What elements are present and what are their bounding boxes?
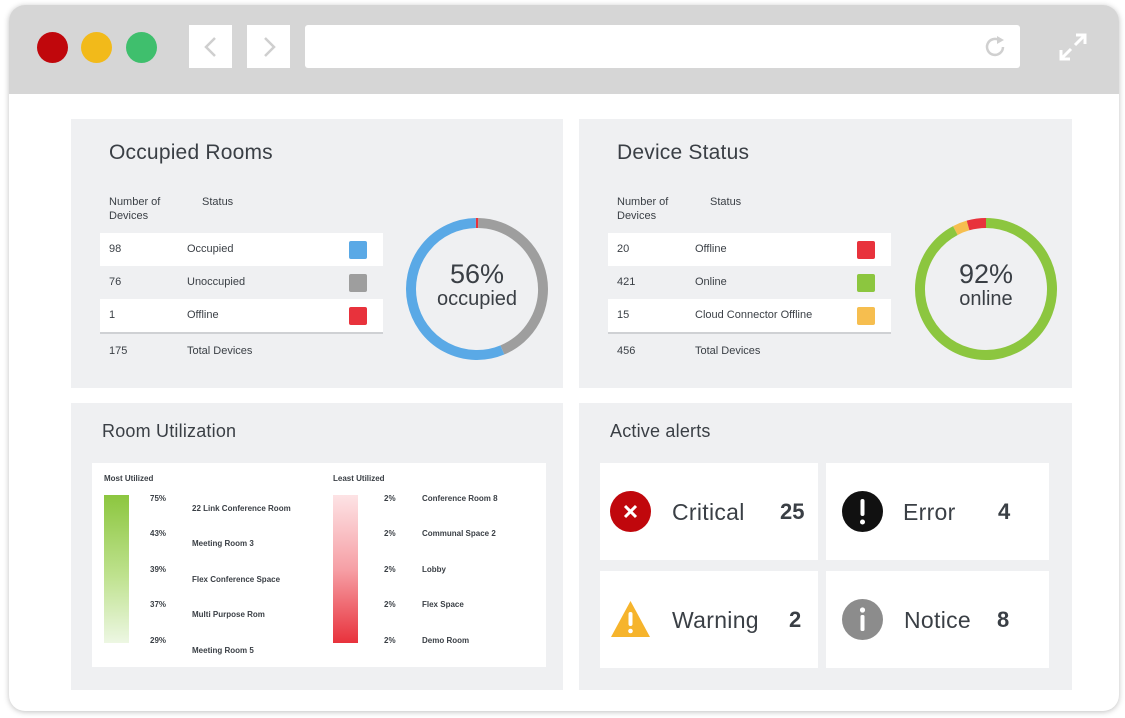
utilization-percent: 2%: [384, 636, 396, 645]
column-header-status: Status: [710, 196, 742, 208]
donut-percent: 92%: [958, 259, 1014, 289]
device-status-panel: Device Status Number of Devices Status 2…: [579, 119, 1072, 388]
donut-percent: 56%: [449, 259, 505, 289]
room-name: Lobby: [422, 565, 446, 574]
donut-caption: occupied: [436, 288, 518, 310]
forward-button[interactable]: [247, 25, 290, 68]
column-header-count: Number of Devices: [617, 196, 669, 222]
expand-icon[interactable]: [1057, 31, 1089, 63]
table-total-row: 175 Total Devices: [109, 345, 253, 357]
status-swatch: [857, 274, 875, 292]
chevron-left-icon: [203, 36, 216, 57]
least-utilized-gradient-bar: [333, 495, 358, 643]
room-name: 22 Link Conference Room: [192, 504, 291, 513]
info-circle-icon: [842, 599, 883, 640]
column-header-count: Number of Devices: [109, 196, 161, 222]
table-row: 76 Unoccupied: [100, 266, 383, 299]
room-name: Communal Space 2: [422, 529, 496, 538]
room-name: Demo Room: [422, 636, 470, 645]
utilization-percent: 43%: [150, 529, 167, 538]
address-bar[interactable]: [305, 25, 1020, 68]
x-circle-icon: [610, 491, 651, 532]
panel-title: Room Utilization: [102, 421, 237, 441]
utilization-card: Most Utilized Least Utilized 75% 43% 39%…: [92, 463, 546, 667]
alert-count: 2: [789, 607, 802, 632]
utilization-percent: 29%: [150, 636, 167, 645]
utilization-percent: 75%: [150, 494, 167, 503]
alert-label: Warning: [672, 607, 759, 633]
alert-label: Error: [903, 499, 956, 525]
close-window-button[interactable]: [37, 32, 68, 63]
alert-card-critical[interactable]: Critical 25: [600, 463, 818, 560]
table-divider: [608, 332, 891, 334]
alert-card-error[interactable]: Error 4: [826, 463, 1049, 560]
most-utilized-heading: Most Utilized: [104, 474, 154, 483]
utilization-percent: 2%: [384, 565, 396, 574]
exclamation-circle-icon: [842, 491, 883, 532]
room-name: Flex Space: [422, 600, 464, 609]
status-swatch: [349, 241, 367, 259]
panel-title: Device Status: [617, 141, 750, 164]
browser-window: Occupied Rooms Number of Devices Status …: [9, 5, 1119, 711]
table-divider: [100, 332, 383, 334]
zoom-window-button[interactable]: [126, 32, 157, 63]
browser-titlebar: [9, 5, 1119, 94]
device-donut-slice-offline: [966, 218, 987, 231]
table-row: 421 Online: [608, 266, 891, 299]
room-utilization-panel: Room Utilization Most Utilized Least Uti…: [71, 403, 563, 690]
donut-center-label: 92% online: [911, 260, 1061, 310]
utilization-percent: 2%: [384, 494, 396, 503]
table-row: 98 Occupied: [100, 233, 383, 266]
status-swatch: [857, 307, 875, 325]
room-name: Meeting Room 3: [192, 539, 254, 548]
table-total-row: 456 Total Devices: [617, 345, 761, 357]
room-name: Multi Purpose Rom: [192, 610, 265, 619]
least-utilized-heading: Least Utilized: [333, 474, 385, 483]
status-swatch: [349, 307, 367, 325]
most-utilized-gradient-bar: [104, 495, 129, 643]
chevron-right-icon: [263, 36, 276, 57]
utilization-percent: 2%: [384, 529, 396, 538]
refresh-icon[interactable]: [982, 34, 1008, 60]
alert-card-notice[interactable]: Notice 8: [826, 571, 1049, 668]
utilization-percent: 37%: [150, 600, 167, 609]
column-header-status: Status: [202, 196, 234, 208]
warning-triangle-icon: [611, 601, 650, 637]
donut-center-label: 56% occupied: [402, 260, 552, 310]
alert-label: Critical: [672, 499, 745, 525]
room-name: Conference Room 8: [422, 494, 498, 503]
utilization-percent: 39%: [150, 565, 167, 574]
donut-caption: online: [959, 288, 1013, 310]
alert-card-warning[interactable]: Warning 2: [600, 571, 818, 668]
active-alerts-panel: Active alerts Critical 25 Error 4 Warnin…: [579, 403, 1072, 690]
table-row: 20 Offline: [608, 233, 891, 266]
alert-count: 25: [780, 499, 805, 524]
alert-count: 4: [998, 499, 1011, 524]
table-row: 15 Cloud Connector Offline: [608, 299, 891, 332]
panel-title: Active alerts: [610, 421, 711, 441]
minimize-window-button[interactable]: [81, 32, 112, 63]
alert-label: Notice: [904, 607, 971, 633]
alert-count: 8: [997, 607, 1010, 632]
status-swatch: [349, 274, 367, 292]
room-name: Flex Conference Space: [192, 575, 281, 584]
status-swatch: [857, 241, 875, 259]
room-name: Meeting Room 5: [192, 646, 254, 655]
back-button[interactable]: [189, 25, 232, 68]
table-row: 1 Offline: [100, 299, 383, 332]
occupied-rooms-panel: Occupied Rooms Number of Devices Status …: [71, 119, 563, 388]
panel-title: Occupied Rooms: [109, 141, 273, 164]
utilization-percent: 2%: [384, 600, 396, 609]
device-donut-slice-cloud-connector-offline: [953, 220, 970, 236]
